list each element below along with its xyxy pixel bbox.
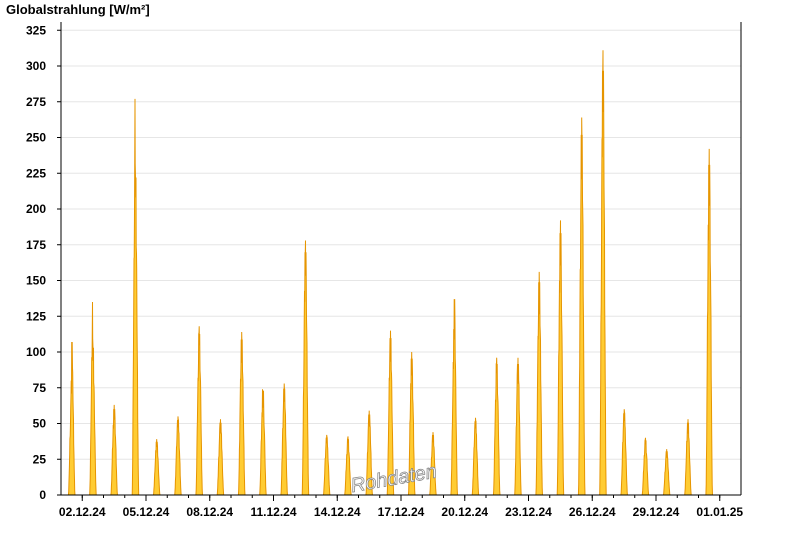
day-irradiance-area [662,449,671,496]
x-ticks: 02.12.24 05.12.24 08.12.24 11.12.24 14.12.24… [59,495,743,519]
x-tick-label: 26.12.24 [569,505,616,519]
x-tick-label: 23.12.24 [505,505,552,519]
y-tick-label: 175 [26,238,46,252]
day-irradiance-area [705,148,714,496]
y-tick-label: 275 [26,95,46,109]
day-irradiance-area [301,240,310,496]
x-tick-label: 14.12.24 [314,505,361,519]
x-tick-label: 05.12.24 [123,505,170,519]
y-tick-label: 150 [26,274,46,288]
day-irradiance-area [599,50,607,496]
day-irradiance-area [471,417,480,496]
day-irradiance-area [492,357,501,496]
day-irradiance-area [620,409,629,496]
day-irradiance-area [322,434,331,496]
day-irradiance-area [556,220,565,496]
y-tick-label: 0 [39,488,46,502]
day-irradiance-area [216,419,225,496]
x-tick-label: 17.12.24 [378,505,425,519]
y-tick-label: 100 [26,345,46,359]
x-tick-label: 02.12.24 [59,505,106,519]
y-tick-label: 250 [26,131,46,145]
day-irradiance-area [67,341,76,496]
x-tick-label: 20.12.24 [441,505,488,519]
x-tick-label: 08.12.24 [186,505,233,519]
x-tick-label: 01.01.25 [696,505,743,519]
day-irradiance-area [237,331,246,496]
day-irradiance-area [514,357,522,496]
day-irradiance-area [535,271,544,496]
y-tick-label: 225 [26,166,46,180]
chart-canvas: 0 25 50 75 100 125 150 175 200 225 250 275 300 325 02… [6,2,743,519]
y-tick-label: 50 [33,417,47,431]
y-tick-label: 25 [33,452,47,466]
y-tick-label: 300 [26,59,46,73]
y-tick-label: 125 [26,309,46,323]
axes [60,22,742,496]
day-irradiance-area [174,416,182,496]
y-tick-label: 200 [26,202,46,216]
day-irradiance-area [577,117,586,496]
x-tick-label: 11.12.24 [250,505,296,519]
day-irradiance-area [684,419,692,496]
day-irradiance-area [110,404,119,496]
day-irradiance-area [89,301,97,496]
y-tick-label: 325 [26,23,46,37]
y-ticks: 0 25 50 75 100 125 150 175 200 225 250 275 300 325 [26,23,61,502]
day-irradiance-area [450,299,459,496]
day-irradiance-area [152,439,161,496]
chart-title: Globalstrahlung [W/m²] [6,2,150,17]
x-tick-label: 29.12.24 [633,505,680,519]
data-area [67,50,714,496]
grid [61,29,741,460]
y-tick-label: 75 [33,381,47,395]
day-irradiance-area [259,389,267,496]
day-irradiance-area [641,437,650,496]
day-irradiance-area [131,98,140,496]
day-irradiance-area [280,383,289,496]
